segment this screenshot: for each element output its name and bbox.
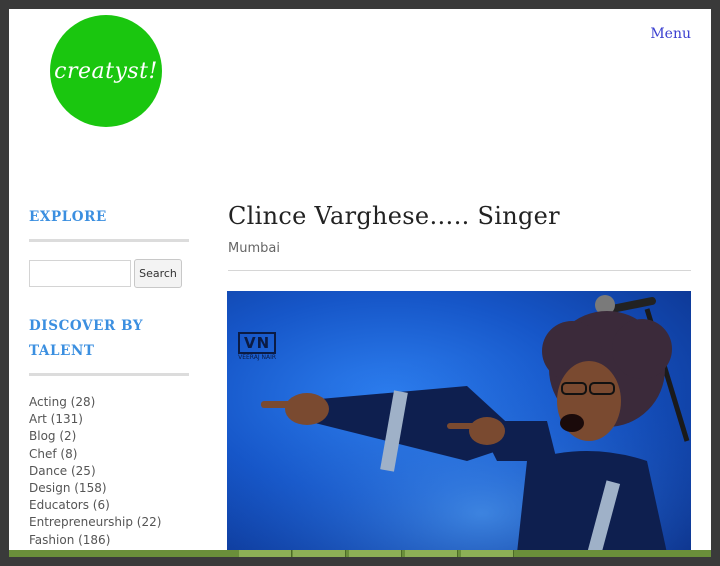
bottom-strip (9, 550, 711, 557)
discover-title: DISCOVER BY TALENT (29, 318, 144, 359)
watermark-logo: VN (238, 332, 277, 354)
strip-segment (405, 550, 458, 557)
divider (228, 270, 691, 271)
sidebar: EXPLORE Search DISCOVER BY TALENT Acting… (29, 205, 189, 549)
strip-segment (293, 550, 346, 557)
search-input[interactable] (29, 260, 131, 287)
talent-link[interactable]: Acting (28) (29, 394, 189, 411)
talent-link[interactable]: Fashion (186) (29, 532, 189, 549)
talent-link[interactable]: Blog (2) (29, 428, 189, 445)
talent-link[interactable]: Entrepreneurship (22) (29, 514, 189, 531)
post-title: Clince Varghese….. Singer (228, 202, 560, 230)
explore-title: EXPLORE (29, 209, 107, 225)
post-content: Clince Varghese….. Singer Mumbai (228, 201, 691, 271)
photo-watermark: VN VEERAJ NAIR (238, 332, 277, 361)
talent-link[interactable]: Dance (25) (29, 463, 189, 480)
strip-segment (349, 550, 402, 557)
search-form: Search (29, 259, 189, 288)
strip-segment (461, 550, 514, 557)
talent-list: Acting (28) Art (131) Blog (2) Chef (8) … (29, 394, 189, 549)
watermark-caption: VEERAJ NAIR (238, 354, 277, 361)
talent-link[interactable]: Chef (8) (29, 446, 189, 463)
divider (29, 373, 189, 376)
logo-text: creatyst! (54, 58, 158, 84)
site-logo[interactable]: creatyst! (50, 15, 162, 127)
post-location: Mumbai (228, 241, 280, 256)
singer-photo-illustration (227, 291, 691, 550)
menu-button[interactable]: Menu (650, 26, 691, 42)
singer-photo: VN VEERAJ NAIR (227, 291, 691, 550)
talent-link[interactable]: Art (131) (29, 411, 189, 428)
strip-segment (239, 550, 292, 557)
divider (29, 239, 189, 242)
talent-link[interactable]: Design (158) (29, 480, 189, 497)
search-button[interactable]: Search (134, 259, 182, 288)
talent-link[interactable]: Educators (6) (29, 497, 189, 514)
page: creatyst! Menu EXPLORE Search DISCOVER B… (9, 9, 711, 550)
